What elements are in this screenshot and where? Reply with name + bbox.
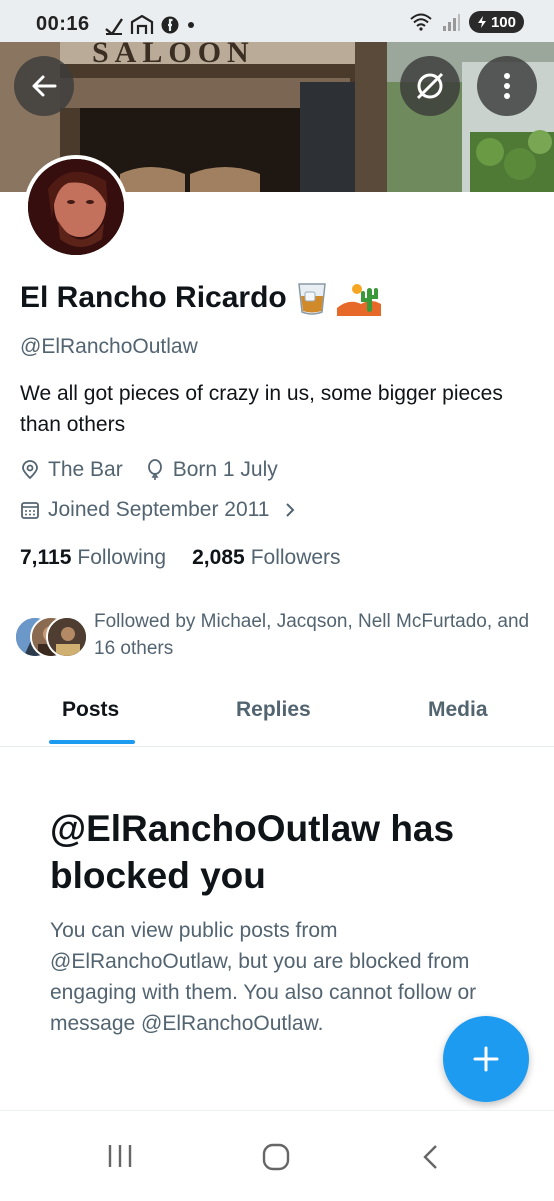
- active-tab-indicator: [49, 740, 135, 744]
- tab-replies[interactable]: Replies: [236, 698, 311, 722]
- joined-date[interactable]: Joined September 2011: [20, 498, 297, 522]
- wifi-icon: [410, 13, 432, 31]
- location-text: The Bar: [48, 458, 123, 481]
- following-label: Following: [77, 546, 167, 569]
- status-time: 00:16: [36, 13, 90, 35]
- app-notification-icon-2: [161, 16, 179, 34]
- followers-count: 2,085: [192, 546, 245, 569]
- avatar-image: [28, 159, 124, 255]
- home-button[interactable]: [262, 1143, 290, 1176]
- profile-meta-row-1: The Bar Born 1 July: [20, 458, 300, 482]
- tab-posts[interactable]: Posts: [62, 698, 119, 722]
- grok-icon: [416, 72, 444, 100]
- battery-level: 100: [490, 13, 516, 31]
- battery-indicator: 100: [468, 11, 524, 33]
- back-nav-button[interactable]: [420, 1143, 440, 1176]
- compose-button[interactable]: [443, 1016, 529, 1102]
- profile-tabs: Posts Replies Media: [0, 688, 554, 747]
- following-link[interactable]: 7,115 Following: [20, 546, 166, 570]
- download-done-icon: [105, 18, 123, 35]
- location-icon: [22, 460, 38, 480]
- app-notification-icon: [130, 15, 154, 34]
- birthday: Born 1 July: [145, 458, 278, 482]
- dot-icon: [188, 22, 194, 28]
- saloon-sign-text: SALOON: [92, 42, 255, 69]
- followers-link[interactable]: 2,085 Followers: [192, 546, 340, 570]
- recent-apps-icon: [108, 1145, 132, 1167]
- more-options-button[interactable]: [477, 56, 537, 116]
- calendar-icon: [21, 502, 39, 519]
- blocked-title: @ElRanchoOutlaw has blocked you: [50, 808, 455, 896]
- birthday-icon: [147, 459, 162, 480]
- joined-text: Joined September 2011: [48, 498, 270, 521]
- profile-name: El Rancho Ricardo: [20, 281, 287, 314]
- recent-apps-button[interactable]: [106, 1143, 134, 1174]
- status-bar: 00:16 100: [0, 0, 554, 42]
- tumbler-glass-icon: [297, 283, 326, 315]
- plus-icon: [473, 1046, 499, 1072]
- avatar[interactable]: [24, 155, 128, 259]
- profile-meta-row-2[interactable]: Joined September 2011: [20, 498, 319, 522]
- system-navigation-bar: [0, 1110, 554, 1201]
- desert-cactus-icon: [336, 284, 381, 316]
- back-nav-icon: [423, 1145, 437, 1169]
- followed-by[interactable]: Followed by Michael, Jacqson, Nell McFur…: [14, 608, 534, 662]
- grok-button[interactable]: [400, 56, 460, 116]
- following-count: 7,115: [20, 546, 72, 569]
- back-arrow-icon: [32, 75, 57, 97]
- tab-media[interactable]: Media: [428, 698, 488, 722]
- more-vertical-icon: [504, 73, 510, 99]
- profile-handle: @ElRanchoOutlaw: [20, 335, 198, 358]
- follower-avatar-3: [46, 616, 88, 658]
- blocked-description: You can view public posts from @ElRancho…: [50, 919, 477, 1035]
- followed-by-avatars: [14, 616, 90, 658]
- home-icon: [262, 1143, 290, 1171]
- followed-by-text: Followed by Michael, Jacqson, Nell McFur…: [94, 611, 530, 659]
- chevron-right-icon: [286, 503, 295, 517]
- back-button[interactable]: [14, 56, 74, 116]
- followers-label: Followers: [250, 546, 341, 569]
- follow-counts: 7,115 Following 2,085 Followers: [20, 546, 341, 570]
- profile-bio: We all got pieces of crazy in us, some b…: [20, 382, 503, 436]
- charging-icon: [477, 16, 486, 28]
- signal-icon: [442, 14, 460, 31]
- profile-name-row: El Rancho Ricardo: [20, 280, 381, 316]
- birthday-text: Born 1 July: [172, 458, 278, 481]
- location: The Bar: [20, 458, 123, 482]
